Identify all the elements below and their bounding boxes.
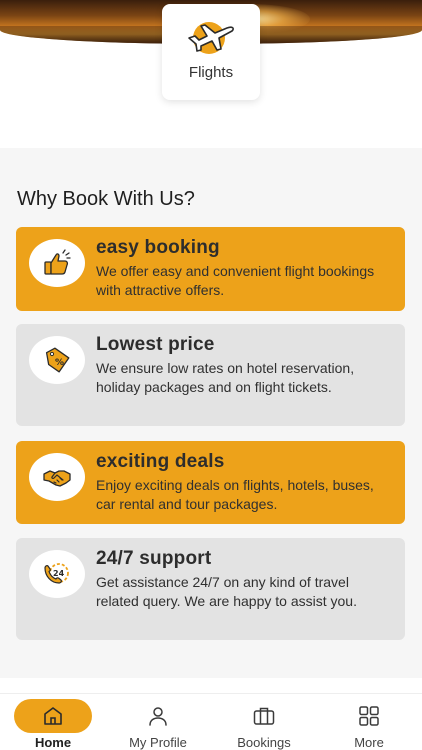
feature-description: Enjoy exciting deals on flights, hotels,…	[96, 477, 374, 512]
nav-more[interactable]: More	[324, 694, 414, 750]
nav-label: More	[354, 735, 384, 750]
feature-title: 24/7 support	[96, 548, 212, 569]
feature-description: We offer easy and convenient flight book…	[96, 263, 375, 298]
feature-description: We ensure low rates on hotel reservation…	[96, 360, 355, 395]
feature-badge: %	[29, 336, 85, 384]
why-book-section: Why Book With Us? easy booking We offer …	[0, 148, 422, 678]
feature-card-lowest-price: % Lowest price We ensure low rates on ho…	[16, 324, 405, 426]
grid-icon	[359, 706, 379, 726]
person-icon	[149, 707, 167, 726]
nav-label: Bookings	[237, 735, 291, 750]
feature-card-exciting-deals: exciting deals Enjoy exciting deals on f…	[16, 441, 405, 524]
support-24-text: 24	[53, 569, 65, 578]
nav-icon-wrap	[225, 699, 303, 733]
feature-badge	[29, 239, 85, 287]
feature-title: easy booking	[96, 237, 220, 258]
nav-home[interactable]: Home	[8, 694, 98, 750]
section-title: Why Book With Us?	[17, 188, 195, 210]
flights-label: Flights	[188, 64, 234, 81]
feature-title: Lowest price	[96, 334, 215, 355]
feature-badge	[29, 453, 85, 501]
nav-my-profile[interactable]: My Profile	[113, 694, 203, 750]
price-tag-icon: %	[45, 347, 70, 373]
flights-card[interactable]: Flights	[162, 4, 260, 100]
feature-title: exciting deals	[96, 451, 225, 472]
handshake-icon	[43, 470, 71, 487]
nav-icon-highlight	[14, 699, 92, 733]
feature-card-support: 24 24/7 support Get assistance 24/7 on a…	[16, 538, 405, 640]
airplane-icon	[188, 22, 234, 54]
nav-label: My Profile	[129, 735, 187, 750]
home-icon	[44, 707, 62, 725]
nav-icon-wrap	[119, 699, 197, 733]
nav-label: Home	[34, 735, 72, 750]
nav-bookings[interactable]: Bookings	[219, 694, 309, 750]
nav-icon-wrap	[330, 699, 408, 733]
feature-description: Get assistance 24/7 on any kind of trave…	[96, 574, 357, 609]
feature-card-easy-booking: easy booking We offer easy and convenien…	[16, 227, 405, 311]
feature-badge: 24	[29, 550, 85, 598]
svg-text:%: %	[55, 358, 64, 368]
bottom-nav: Home My Profile Bookings More	[0, 693, 422, 750]
thumbs-up-icon	[44, 249, 71, 275]
support-24-icon: 24	[44, 563, 69, 584]
briefcase-icon	[253, 707, 275, 725]
